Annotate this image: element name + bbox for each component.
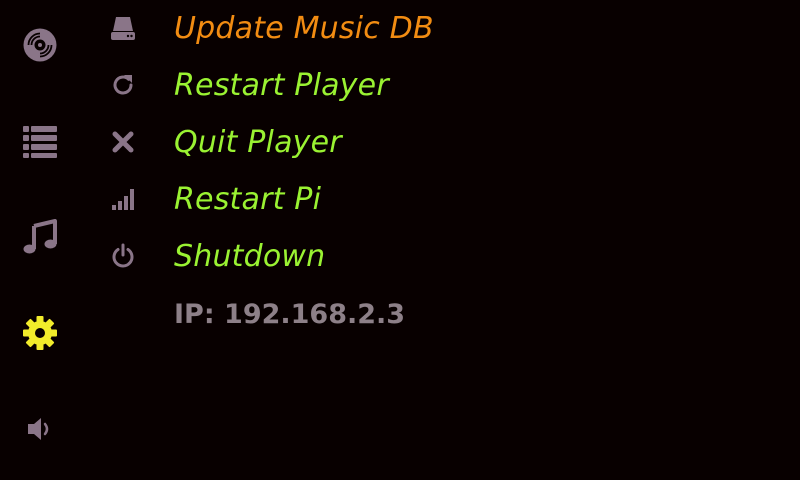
menu-item-label: Restart Pi [174, 181, 322, 217]
settings-screen: Update Music DB Restart Player Quit Play… [0, 0, 800, 480]
gear-icon [23, 316, 57, 350]
close-icon [112, 131, 134, 153]
menu-item-restart-player[interactable]: Restart Player [100, 61, 560, 109]
menu-item-icon [100, 4, 146, 52]
drive-icon [111, 17, 135, 40]
menu-item-label: Update Music DB [174, 10, 434, 46]
menu-item-label: Quit Player [174, 124, 342, 160]
refresh-icon [113, 75, 133, 95]
menu-item-icon [100, 232, 146, 280]
list-icon [23, 126, 57, 158]
nav-library-button[interactable] [16, 21, 64, 69]
nav-playlist-button[interactable] [16, 117, 64, 165]
music-note-icon [23, 219, 57, 254]
disc-icon [23, 28, 57, 62]
menu-item-label: Shutdown [174, 238, 326, 274]
menu-item-icon [100, 175, 146, 223]
nav-now-playing-button[interactable] [16, 213, 64, 261]
signal-bars-icon [112, 189, 134, 210]
menu-item-quit-player[interactable]: Quit Player [100, 118, 560, 166]
menu-item-icon [100, 61, 146, 109]
nav-volume-button[interactable] [16, 405, 64, 453]
power-icon [112, 243, 134, 268]
menu-item-shutdown[interactable]: Shutdown [100, 232, 560, 280]
menu-item-icon [100, 118, 146, 166]
menu-item-restart-pi[interactable]: Restart Pi [100, 175, 560, 223]
menu-item-update-music-db[interactable]: Update Music DB [100, 4, 560, 52]
ip-address-text: IP: 192.168.2.3 [174, 299, 406, 330]
speaker-icon [28, 418, 49, 440]
nav-settings-button[interactable] [16, 309, 64, 357]
menu-item-label: Restart Player [174, 67, 389, 103]
